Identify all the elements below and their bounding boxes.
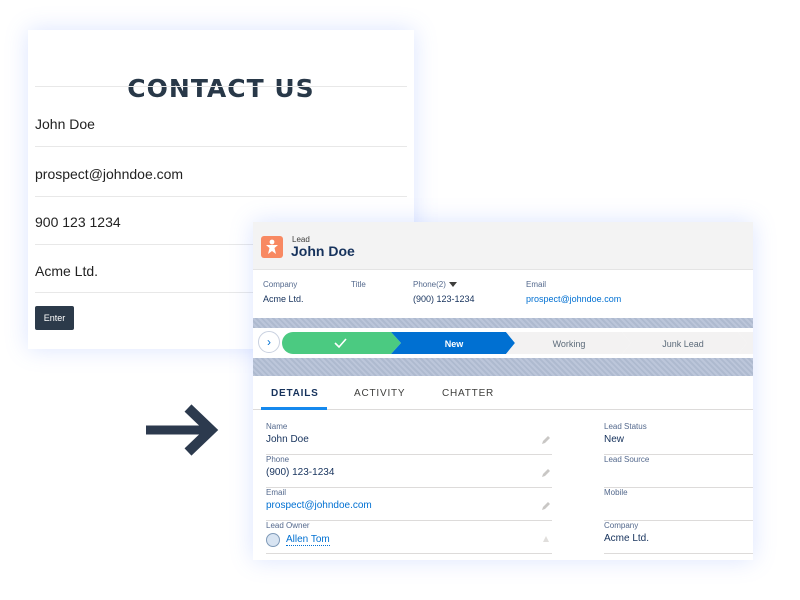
highlight-phone-label[interactable]: Phone(2) xyxy=(413,280,457,289)
detail-field-lead-status: Lead Status New xyxy=(604,422,753,455)
record-tabs: DETAILS ACTIVITY CHATTER xyxy=(253,376,753,410)
path-step-new-label[interactable]: New xyxy=(445,339,465,349)
highlight-company-label: Company xyxy=(263,280,298,289)
highlight-phone-label-text: Phone(2) xyxy=(413,280,446,289)
highlight-email-label: Email xyxy=(526,280,547,289)
detail-field-company: Company Acme Ltd. xyxy=(604,521,753,554)
highlight-phone-value: (900) 123-1234 xyxy=(413,294,475,304)
chevron-down-icon[interactable] xyxy=(448,282,457,288)
path-step-junk-lead-label[interactable]: Junk Lead xyxy=(662,339,704,349)
chevron-right-icon: › xyxy=(267,335,271,349)
change-owner-icon[interactable] xyxy=(540,533,552,545)
arrow-right-icon xyxy=(146,404,219,456)
detail-field-lead-owner: Lead Owner Allen Tom xyxy=(266,521,552,554)
tab-active-indicator xyxy=(261,407,327,410)
pencil-icon[interactable] xyxy=(540,434,552,446)
field-value: New xyxy=(604,434,625,445)
email-field[interactable]: prospect@johndoe.com xyxy=(35,146,407,194)
path-toggle-button[interactable]: › xyxy=(258,331,280,353)
detail-field-email: Email prospect@johndoe.com xyxy=(266,488,552,521)
pencil-icon[interactable] xyxy=(540,500,552,512)
company-field-value: Acme Ltd. xyxy=(35,263,99,279)
field-label: Lead Owner xyxy=(266,521,310,530)
name-field-value: John Doe xyxy=(35,116,95,132)
enter-button[interactable]: Enter xyxy=(35,306,74,330)
email-field-value: prospect@johndoe.com xyxy=(35,166,184,182)
highlight-title-label: Title xyxy=(351,280,366,289)
highlight-email-link[interactable]: prospect@johndoe.com xyxy=(526,294,621,304)
lead-record-card: Lead John Doe Company Acme Ltd. Title Ph… xyxy=(253,222,753,560)
phone-field-value: 900 123 1234 xyxy=(35,214,121,230)
highlight-company-value: Acme Ltd. xyxy=(263,294,304,304)
field-value: (900) 123-1234 xyxy=(266,467,335,478)
lead-owner-link[interactable]: Allen Tom xyxy=(286,534,330,546)
detail-field-name: Name John Doe xyxy=(266,422,552,455)
field-value: Acme Ltd. xyxy=(604,533,650,544)
lead-name: John Doe xyxy=(291,243,355,259)
field-value: John Doe xyxy=(266,434,309,445)
lead-icon xyxy=(261,236,283,258)
lead-header: Lead John Doe xyxy=(253,222,753,270)
path-step-working-label[interactable]: Working xyxy=(553,339,586,349)
path-bar: New Working Junk Lead › xyxy=(253,318,753,376)
avatar xyxy=(266,533,280,547)
field-label: Mobile xyxy=(604,488,628,497)
field-label: Company xyxy=(604,521,639,530)
detail-field-mobile: Mobile xyxy=(604,488,753,521)
path-steps: New Working Junk Lead xyxy=(282,332,753,354)
detail-field-lead-source: Lead Source xyxy=(604,455,753,488)
field-label: Email xyxy=(266,488,287,497)
tab-activity[interactable]: ACTIVITY xyxy=(354,388,405,399)
field-label: Name xyxy=(266,422,288,431)
field-label: Lead Source xyxy=(604,455,650,464)
field-label: Lead Status xyxy=(604,422,647,431)
name-field[interactable]: John Doe xyxy=(35,86,407,134)
detail-field-phone: Phone (900) 123-1234 xyxy=(266,455,552,488)
field-value-email-link[interactable]: prospect@johndoe.com xyxy=(266,500,372,511)
pencil-icon[interactable] xyxy=(540,467,552,479)
tab-details[interactable]: DETAILS xyxy=(271,388,319,399)
tab-chatter[interactable]: CHATTER xyxy=(442,388,494,399)
path-row: New Working Junk Lead › xyxy=(253,328,753,358)
field-label: Phone xyxy=(266,455,290,464)
